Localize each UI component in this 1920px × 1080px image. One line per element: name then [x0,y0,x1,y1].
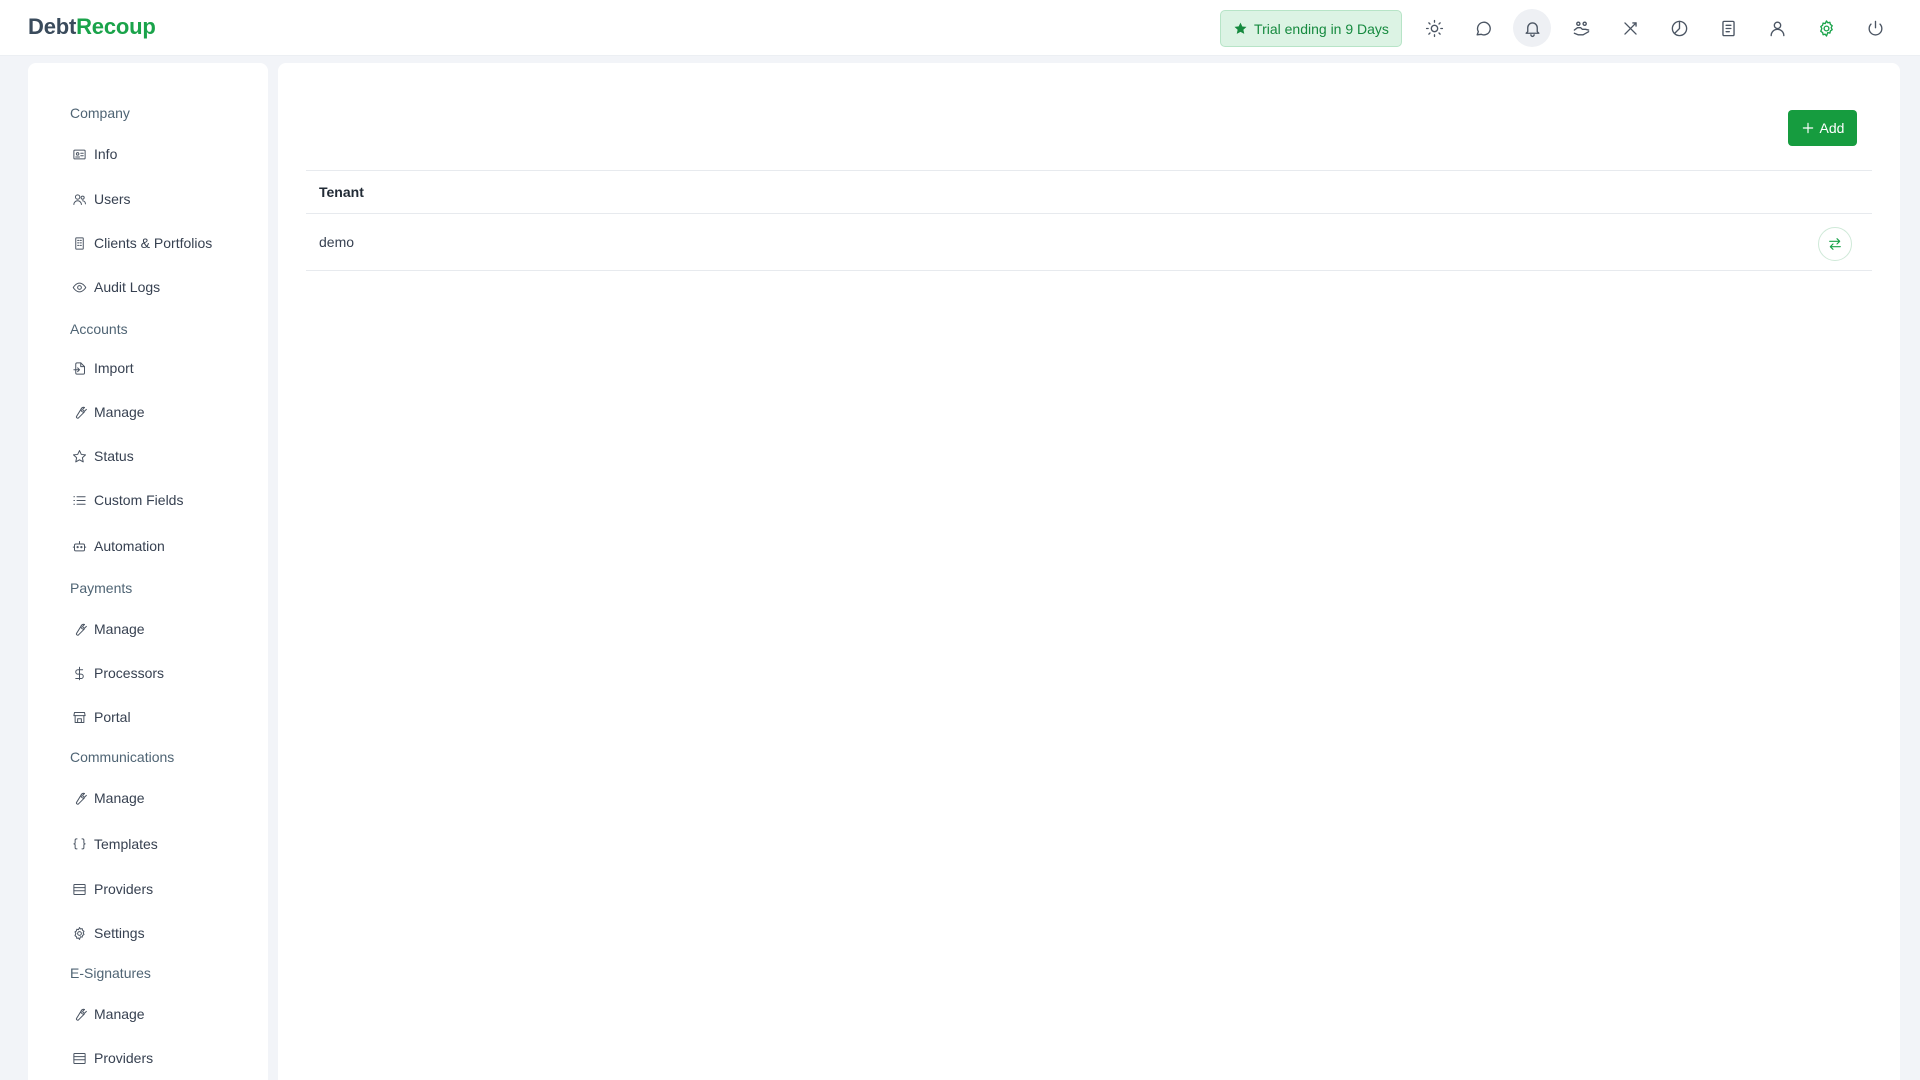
server-icon [73,883,86,895]
settings-button[interactable] [1807,9,1845,47]
sidebar-item-portal[interactable]: Portal [72,705,131,729]
plus-icon [1802,122,1813,134]
main-panel: Add Tenant demo [278,63,1900,1080]
wrench-icon [75,792,87,805]
sidebar-item-label: Audit Logs [94,279,161,295]
sidebar-item-audit-logs[interactable]: Audit Logs [72,275,160,299]
sidebar-item-label: Manage [94,790,145,806]
users-icon [73,193,86,205]
sidebar-item-automation[interactable]: Automation [72,534,165,558]
power-icon [1868,20,1882,36]
sidebar-item-label: Processors [94,665,165,681]
star-filled-icon [1234,22,1247,34]
sidebar-item-label: Providers [94,881,154,897]
dollar-icon [75,666,84,680]
tenant-table: Tenant demo [306,170,1872,271]
switch-tenant-button[interactable] [1818,227,1852,261]
id-card-icon [73,149,86,159]
sidebar-item-payments-manage[interactable]: Manage [72,617,145,641]
sidebar-item-clients-portfolios[interactable]: Clients & Portfolios [72,231,212,255]
sidebar-item-templates[interactable]: Templates [72,832,158,856]
chart-pie-icon [1671,20,1687,36]
star-icon [73,449,86,462]
sidebar-item-label: Info [94,146,118,162]
sidebar-item-import[interactable]: Import [72,356,134,380]
sidebar-item-esignatures-providers[interactable]: Providers [72,1046,153,1070]
sidebar-item-label: Users [94,191,131,207]
sidebar-item-info[interactable]: Info [72,142,117,166]
logout-button[interactable] [1856,9,1894,47]
sidebar-item-accounts-manage[interactable]: Manage [72,400,145,424]
server-icon [73,1052,86,1064]
sidebar-section-company: Company [70,105,130,121]
sidebar-item-communications-providers[interactable]: Providers [72,877,153,901]
sidebar-item-label: Manage [94,621,145,637]
sidebar-item-communications-manage[interactable]: Manage [72,786,145,810]
sidebar-item-label: Templates [94,836,158,852]
sidebar-item-label: Custom Fields [94,492,184,508]
tools-icon [1623,21,1637,35]
app-logo[interactable]: DebtRecoup [28,14,156,40]
documents-button[interactable] [1709,9,1747,47]
add-tenant-button[interactable]: Add [1788,110,1857,146]
store-icon [73,711,86,723]
handshake-icon [1573,20,1589,36]
messages-button[interactable] [1464,9,1502,47]
sidebar-item-label: Clients & Portfolios [94,235,213,251]
sidebar-item-label: Providers [94,1050,154,1066]
sidebar-item-label: Status [94,448,134,464]
list-icon [73,495,86,505]
trial-badge[interactable]: Trial ending in 9 Days [1220,10,1402,47]
building-icon [75,236,84,250]
sidebar-section-esignatures: E-Signatures [70,965,151,981]
sidebar-section-payments: Payments [70,580,133,596]
sidebar-item-users[interactable]: Users [72,187,131,211]
sidebar-item-esignatures-manage[interactable]: Manage [72,1002,145,1026]
wrench-icon [75,1008,87,1021]
eye-icon [72,282,87,292]
top-bar: DebtRecoup Trial ending in 9 Days [0,0,1920,56]
sidebar-section-communications: Communications [70,749,175,765]
theme-toggle-button[interactable] [1415,9,1453,47]
profile-button[interactable] [1758,9,1796,47]
table-row[interactable]: demo [306,214,1872,271]
sidebar-item-processors[interactable]: Processors [72,661,164,685]
trial-text: Trial ending in 9 Days [1254,20,1389,37]
sidebar-item-label: Manage [94,404,145,420]
user-icon [1769,20,1785,36]
braces-icon [73,837,86,849]
switch-arrows-icon [1829,238,1841,250]
gear-icon [74,926,85,940]
sun-icon [1425,19,1443,37]
sidebar-item-label: Import [94,360,134,376]
bell-icon [1524,21,1540,37]
wrench-icon [75,623,87,636]
import-icon [73,361,85,375]
sidebar-item-label: Manage [94,1006,145,1022]
add-button-label: Add [1819,120,1845,136]
sidebar-item-status[interactable]: Status [72,444,134,468]
sidebar-item-settings[interactable]: Settings [72,921,145,945]
settings-sidebar: Company Info Users Clients & Portfolios … [28,63,268,1080]
column-header-tenant: Tenant [319,184,364,200]
agreements-button[interactable] [1562,9,1600,47]
sidebar-item-label: Settings [94,925,145,941]
logo-text-debt: Debt [28,14,77,39]
robot-icon [72,540,87,551]
sidebar-item-label: Portal [94,709,131,725]
notifications-button[interactable] [1513,9,1551,47]
reports-button[interactable] [1660,9,1698,47]
sidebar-item-custom-fields[interactable]: Custom Fields [72,488,183,512]
sidebar-item-label: Automation [94,538,165,554]
tenant-name: demo [319,234,355,250]
wrench-icon [75,406,87,419]
tools-button[interactable] [1611,9,1649,47]
table-header: Tenant [306,170,1872,214]
chat-icon [1475,21,1491,36]
logo-text-recoup: Recoup [76,14,156,39]
sidebar-section-accounts: Accounts [70,321,128,337]
report-icon [1721,20,1735,36]
settings-icon [1819,19,1833,37]
